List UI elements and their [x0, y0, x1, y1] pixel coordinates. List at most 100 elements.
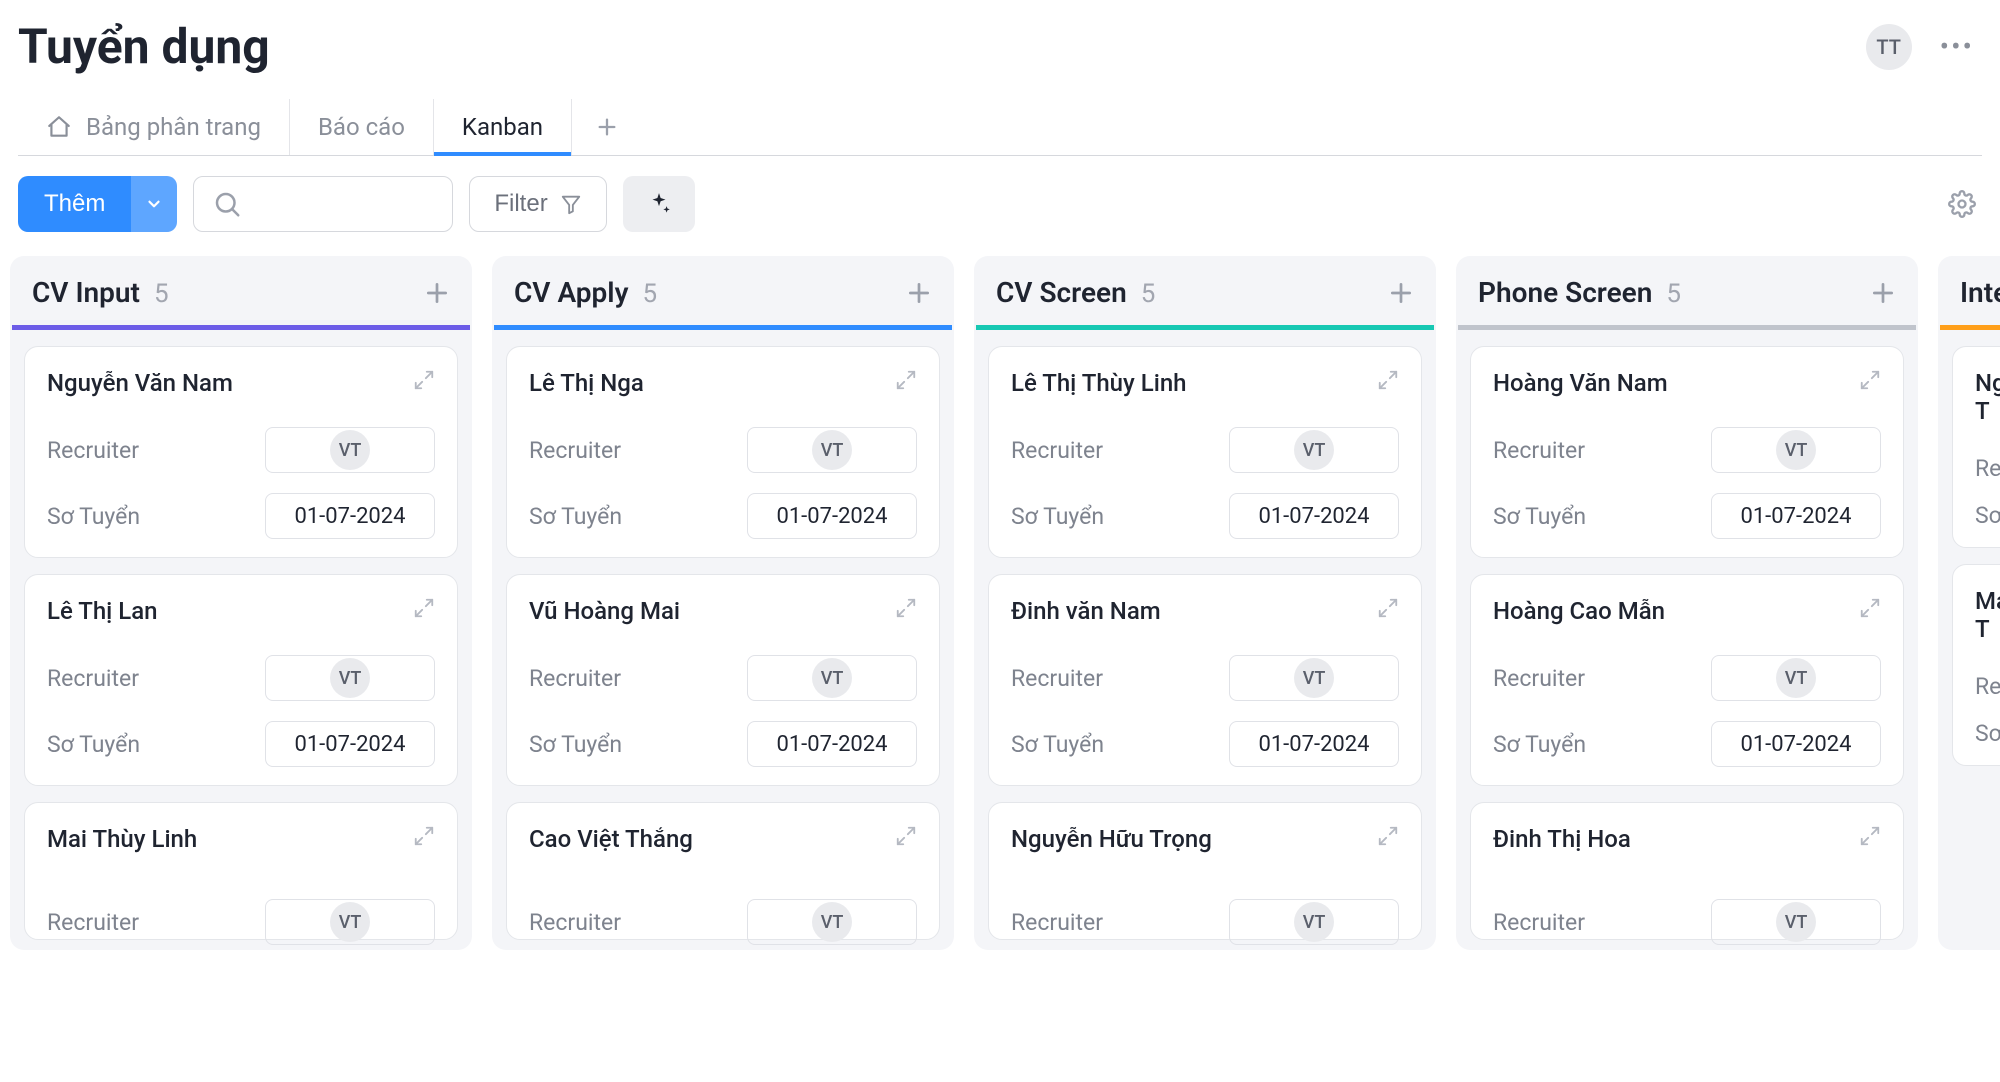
expand-button[interactable] — [1859, 825, 1881, 847]
card-field-so-tuyen: Sơ Tuyển 01-07-2024 — [1011, 721, 1399, 767]
kanban-card[interactable]: Nguyễn Hữu Trọng Recruiter VT — [988, 802, 1422, 940]
recruiter-chip[interactable]: VT — [265, 899, 435, 945]
card-field-so-tuyen: Sơ Tuyển 01-07-2024 — [529, 493, 917, 539]
kanban-card[interactable]: Vũ Hoàng MaiRecruiterVTSơ Tuyển01-07-202… — [506, 574, 940, 786]
column-title: CV Screen — [996, 276, 1127, 309]
kanban-card[interactable]: Nguyễn Văn NamRecruiterVTSơ Tuyển01-07-2… — [24, 346, 458, 558]
recruiter-chip[interactable]: VT — [265, 427, 435, 473]
search-input[interactable] — [193, 176, 453, 232]
field-label: Sơ Tuyển — [529, 503, 622, 530]
field-label: Sơ Tuyển — [47, 503, 140, 530]
add-view-button[interactable] — [572, 102, 642, 152]
recruiter-chip[interactable]: VT — [747, 427, 917, 473]
recruiter-chip[interactable]: VT — [1229, 655, 1399, 701]
recruiter-chip[interactable]: VT — [747, 655, 917, 701]
recruiter-chip[interactable]: VT — [1711, 899, 1881, 945]
column-header: CV Screen5 — [974, 256, 1436, 325]
expand-button[interactable] — [1859, 369, 1881, 391]
settings-button[interactable] — [1942, 184, 1982, 224]
tab-kanban[interactable]: Kanban — [434, 99, 572, 155]
card-field-so-tuyen: Sơ Tuyển01-07-2024 — [1011, 493, 1399, 539]
field-label: Recruiter — [1493, 909, 1585, 936]
kanban-card[interactable]: Mai T Recru Sơ Tu — [1952, 564, 2000, 766]
filter-icon — [560, 193, 582, 215]
recruiter-chip[interactable]: VT — [1711, 427, 1881, 473]
field-label: Recruiter — [529, 437, 621, 464]
tab-label: Báo cáo — [318, 113, 405, 141]
recruiter-avatar: VT — [330, 658, 370, 698]
kanban-card[interactable]: Hoàng Cao MẫnRecruiterVTSơ Tuyển01-07-20… — [1470, 574, 1904, 786]
expand-button[interactable] — [895, 369, 917, 391]
add-record-button[interactable]: Thêm — [18, 176, 131, 232]
add-record-split-button: Thêm — [18, 176, 177, 232]
expand-button[interactable] — [1377, 369, 1399, 391]
expand-button[interactable] — [1377, 825, 1399, 847]
kanban-card[interactable]: Lê Thị NgaRecruiterVTSơ Tuyển01-07-2024 — [506, 346, 940, 558]
field-label: Sơ Tuyển — [1011, 731, 1104, 758]
expand-button[interactable] — [895, 597, 917, 619]
recruiter-chip[interactable]: VT — [1229, 427, 1399, 473]
kanban-card[interactable]: Lê Thị Thùy LinhRecruiterVTSơ Tuyển01-07… — [988, 346, 1422, 558]
card-field-recruiter: RecruiterVT — [47, 899, 435, 945]
date-chip[interactable]: 01-07-2024 — [1229, 493, 1399, 539]
expand-button[interactable] — [413, 825, 435, 847]
chevron-down-icon — [145, 195, 163, 213]
kanban-card[interactable]: Đinh văn NamRecruiterVTSơ Tuyển01-07-202… — [988, 574, 1422, 786]
date-chip[interactable]: 01-07-2024 — [747, 493, 917, 539]
date-chip[interactable]: 01-07-2024 — [747, 721, 917, 767]
column-add-button[interactable] — [906, 280, 932, 306]
tab-bang-phan-trang[interactable]: Bảng phân trang — [18, 99, 290, 155]
expand-button[interactable] — [1377, 597, 1399, 619]
expand-button[interactable] — [1859, 597, 1881, 619]
recruiter-avatar: VT — [1294, 658, 1334, 698]
expand-button[interactable] — [895, 825, 917, 847]
filter-button[interactable]: Filter — [469, 176, 606, 232]
column-add-button[interactable] — [1388, 280, 1414, 306]
field-label: Recruiter — [1011, 909, 1103, 936]
card-title: Mai Thùy Linh — [47, 825, 197, 853]
expand-button[interactable] — [413, 597, 435, 619]
kanban-card[interactable]: Lê Thị LanRecruiterVTSơ Tuyển01-07-2024 — [24, 574, 458, 786]
kanban-card[interactable]: Ngô TRecruSơ Tu — [1952, 346, 2000, 548]
field-label: Sơ Tu — [1975, 720, 2000, 747]
date-chip[interactable]: 01-07-2024 — [1229, 721, 1399, 767]
card-field-recruiter: Recru — [1975, 673, 2000, 700]
column-add-button[interactable] — [424, 280, 450, 306]
sparkle-icon — [646, 191, 672, 217]
card-field-recruiter: RecruiterVT — [1493, 655, 1881, 701]
field-label: Sơ Tu — [1975, 502, 2000, 529]
expand-icon — [895, 825, 917, 847]
column-header: CV Input5 — [10, 256, 472, 325]
kanban-card[interactable]: Hoàng Văn NamRecruiterVTSơ Tuyển01-07-20… — [1470, 346, 1904, 558]
column-add-button[interactable] — [1870, 280, 1896, 306]
tab-bao-cao[interactable]: Báo cáo — [290, 99, 434, 155]
kanban-card[interactable]: Mai Thùy LinhRecruiterVT — [24, 802, 458, 940]
recruiter-chip[interactable]: VT — [265, 655, 435, 701]
user-avatar[interactable]: TT — [1866, 24, 1912, 70]
card-header: Nguyễn Hữu Trọng — [1011, 825, 1399, 853]
date-chip[interactable]: 01-07-2024 — [265, 493, 435, 539]
kanban-card[interactable]: Cao Việt ThắngRecruiterVT — [506, 802, 940, 940]
add-record-dropdown[interactable] — [131, 176, 177, 232]
card-field-so-tuyen: Sơ Tu — [1975, 502, 2000, 529]
ai-button[interactable] — [623, 176, 695, 232]
recruiter-chip[interactable]: VT — [1229, 899, 1399, 945]
date-chip[interactable]: 01-07-2024 — [1711, 493, 1881, 539]
card-title: Nguyễn Văn Nam — [47, 369, 233, 397]
plus-icon — [1870, 280, 1896, 306]
expand-button[interactable] — [413, 369, 435, 391]
more-menu-icon[interactable]: ••• — [1932, 30, 1982, 63]
recruiter-chip[interactable]: VT — [1711, 655, 1881, 701]
field-label: Recruiter — [529, 665, 621, 692]
card-field-so-tuyen: Sơ Tu — [1975, 720, 2000, 747]
card-list: Ngô TRecruSơ Tu Mai T Recru Sơ Tu — [1938, 330, 2000, 766]
recruiter-avatar: VT — [1294, 902, 1334, 942]
card-header: Ngô T — [1975, 369, 2000, 425]
date-chip[interactable]: 01-07-2024 — [1711, 721, 1881, 767]
date-chip[interactable]: 01-07-2024 — [265, 721, 435, 767]
kanban-board: CV Input5Nguyễn Văn NamRecruiterVTSơ Tuy… — [0, 256, 2000, 950]
recruiter-chip[interactable]: VT — [747, 899, 917, 945]
column-count: 5 — [642, 279, 657, 309]
kanban-card[interactable]: Đinh Thị HoaRecruiterVT — [1470, 802, 1904, 940]
card-header: Mai T — [1975, 587, 2000, 643]
